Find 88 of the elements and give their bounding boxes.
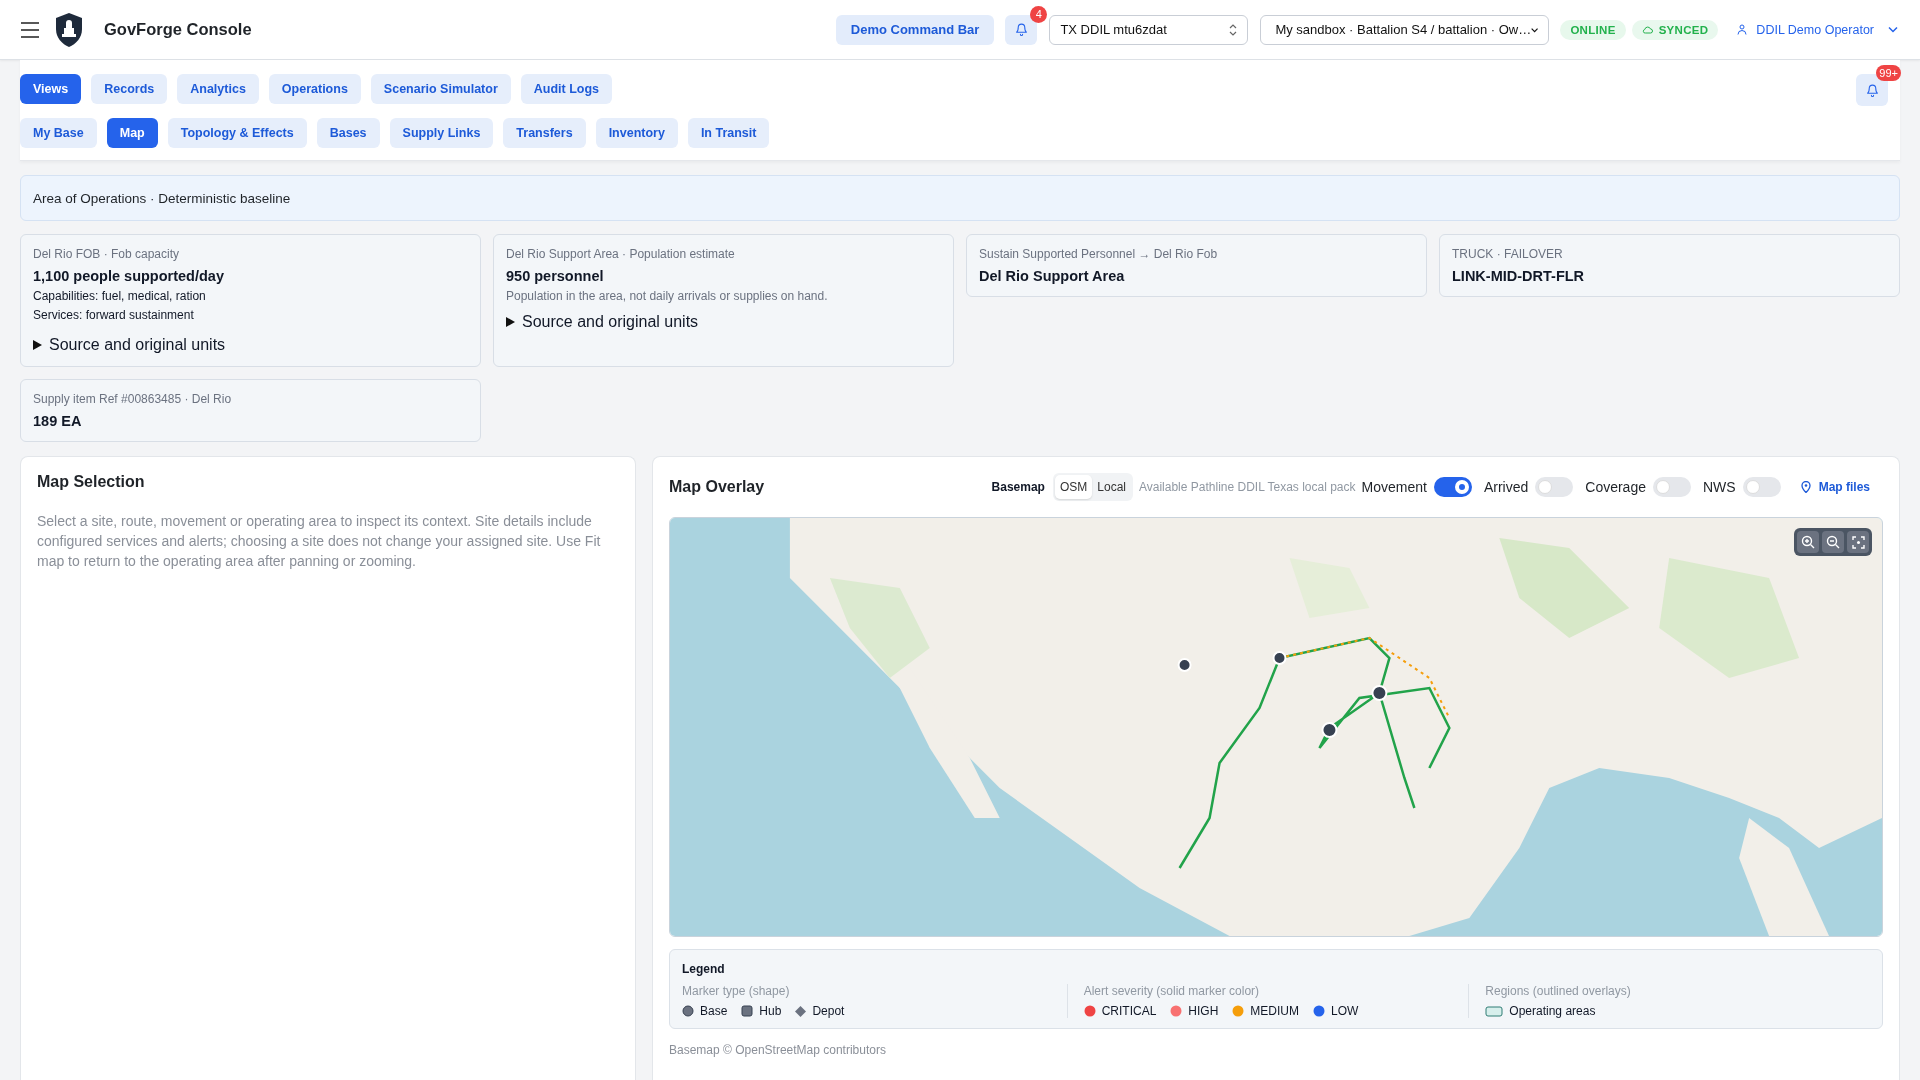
legend-label: Depot	[812, 1004, 845, 1018]
view-tab[interactable]: My Base	[20, 118, 97, 148]
layer-switch[interactable]	[1652, 477, 1691, 497]
card-caption: Sustain Supported Personnel → Del Rio Fob	[979, 247, 1219, 261]
section-tab[interactable]: Views	[20, 74, 82, 104]
panel-description: Select a site, route, movement or operating area to inspect its context. Site details include configured services and alerts; choosing a site does not change your assigned site. Use Fit map to return to the operating area after panning or zooming.	[37, 512, 602, 571]
alert-count-badge: 99+	[1876, 65, 1901, 81]
notification-count-badge: 4	[1030, 5, 1048, 23]
status-badge: ONLINE	[1560, 19, 1626, 40]
view-tab[interactable]: Transfers	[503, 118, 586, 148]
section-tab[interactable]: Records	[91, 74, 168, 104]
map-pin-icon	[1800, 481, 1811, 493]
card-value: 189 EA	[33, 413, 83, 429]
legend-label: Operating areas	[1509, 1004, 1596, 1018]
app-title: GovForge Console	[104, 20, 252, 39]
view-tab[interactable]: Map	[106, 118, 158, 148]
view-tab[interactable]: Topology & Effects	[167, 118, 307, 148]
card-caption: TRUCK · FAILOVER	[1452, 247, 1564, 261]
view-tab[interactable]: Supply Links	[389, 118, 494, 148]
section-tab[interactable]: Scenario Simulator	[370, 74, 511, 104]
card-note: Population in the area, not daily arrivals or supplies on hand.	[506, 289, 829, 303]
source-disclosure[interactable]: Source and original units	[506, 313, 941, 331]
card-value: Del Rio Support Area	[979, 268, 1126, 284]
layer-label: Movement	[1361, 479, 1427, 495]
section-tab[interactable]: Operations	[268, 74, 361, 104]
legend-group-title: Marker type (shape)	[682, 984, 791, 998]
context-banner: Area of Operations · Deterministic baseline	[20, 175, 1900, 221]
card-value: LINK-MID-DRT-FLR	[1452, 268, 1586, 284]
view-tab[interactable]: Inventory	[595, 118, 678, 148]
panel-title: Map Overlay	[669, 478, 765, 496]
circle-marker-icon	[682, 1005, 694, 1017]
panel-title: Map Selection	[37, 473, 146, 491]
card-caption: Del Rio FOB · Fob capacity	[33, 247, 181, 261]
square-marker-icon	[741, 1005, 754, 1017]
map-files-link[interactable]: Map files	[1800, 480, 1870, 494]
source-disclosure[interactable]: Source and original units	[33, 336, 468, 354]
bell-icon	[1865, 83, 1879, 97]
scope-select[interactable]: My sandbox · Battalion S4 / battalion · Ow…	[1260, 14, 1550, 45]
basemap-option[interactable]: Local	[1092, 475, 1131, 499]
legend-label: Hub	[759, 1004, 782, 1018]
legend-label: Base	[700, 1004, 728, 1018]
legend-group-title: Alert severity (solid marker color)	[1083, 984, 1261, 998]
tenant-select[interactable]: TX DDIL mtu6zdat	[1049, 14, 1249, 45]
card-detail: Services: forward sustainment	[33, 308, 195, 322]
view-tab[interactable]: In Transit	[687, 118, 770, 148]
layer-switch[interactable]	[1535, 477, 1574, 497]
notifications-button[interactable]	[1005, 14, 1038, 45]
legend-label: HIGH	[1188, 1004, 1219, 1018]
basemap-option[interactable]: OSM	[1054, 475, 1093, 499]
layer-label: Arrived	[1483, 479, 1529, 495]
section-tab[interactable]: Analytics	[177, 74, 259, 104]
basemap-label: Basemap	[991, 480, 1045, 494]
view-tab[interactable]: Bases	[316, 118, 380, 148]
shield-logo-icon	[54, 11, 84, 48]
fit-screen-icon	[1851, 535, 1865, 549]
legend-label: CRITICAL	[1101, 1004, 1157, 1018]
card-caption: Supply item Ref #00863485 · Del Rio	[33, 392, 233, 406]
user-menu[interactable]: DDIL Demo Operator	[1736, 22, 1898, 37]
zoom-in-button[interactable]	[1797, 531, 1819, 553]
user-icon	[1736, 23, 1749, 36]
legend-title: Legend	[682, 962, 726, 976]
card-value: 950 personnel	[506, 268, 605, 284]
cloud-icon	[1641, 23, 1654, 36]
section-tab[interactable]: Audit Logs	[520, 74, 613, 104]
layer-switch[interactable]	[1742, 477, 1781, 497]
region-outline-icon	[1485, 1005, 1504, 1017]
status-badge: SYNCED	[1631, 19, 1719, 40]
bell-icon	[1014, 23, 1028, 36]
legend-label: MEDIUM	[1250, 1004, 1300, 1018]
layer-label: NWS	[1702, 479, 1736, 495]
menu-icon[interactable]	[20, 21, 40, 38]
legend-label: LOW	[1331, 1004, 1359, 1018]
diamond-marker-icon	[795, 1005, 807, 1017]
layer-switch[interactable]	[1433, 477, 1472, 497]
map-attribution: Basemap © OpenStreetMap contributors	[669, 1043, 887, 1057]
card-detail: Capabilities: fuel, medical, ration	[33, 289, 207, 303]
sort-icon	[1229, 23, 1238, 36]
card-value: 1,100 people supported/day	[33, 268, 225, 284]
layer-label: Coverage	[1585, 479, 1646, 495]
chevron-down-icon	[1888, 26, 1898, 33]
zoom-out-button[interactable]	[1822, 531, 1844, 553]
fit-map-button[interactable]	[1847, 531, 1869, 553]
zoom-out-icon	[1826, 535, 1840, 549]
card-caption: Del Rio Support Area · Population estimate	[506, 247, 736, 261]
command-bar-button[interactable]: Demo Command Bar	[835, 14, 995, 45]
legend-group-title: Regions (outlined overlays)	[1485, 984, 1632, 998]
availability-note: Available Pathline DDIL Texas local pack	[1138, 480, 1356, 494]
zoom-in-icon	[1801, 535, 1815, 549]
